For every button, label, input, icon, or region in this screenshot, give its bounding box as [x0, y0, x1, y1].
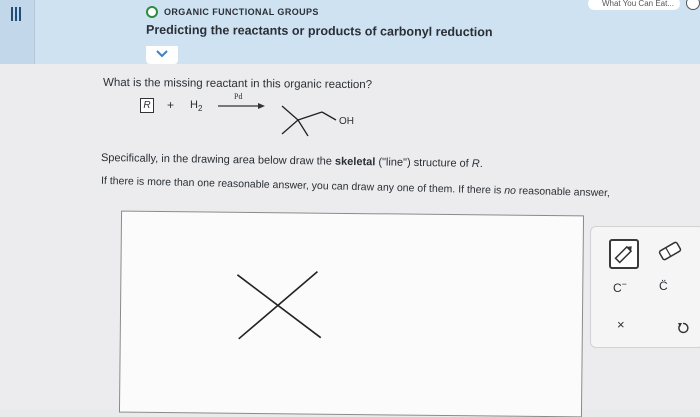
top-right-controls: What You Can Eat... — [587, 0, 700, 10]
clear-button[interactable]: × — [617, 317, 625, 332]
instruction-text: ("line") structure of — [375, 156, 472, 170]
instruction-bold: skeletal — [334, 155, 376, 169]
progress-ring-icon — [146, 6, 158, 18]
pencil-icon — [614, 245, 633, 264]
drawing-toolbar: C− C̈ × — [590, 226, 700, 348]
topic-label: ORGANIC FUNCTIONAL GROUPS — [164, 7, 319, 17]
undo-icon — [678, 322, 689, 334]
chevron-down-icon — [156, 49, 168, 61]
eraser-icon — [658, 241, 682, 261]
instruction-text: . — [479, 157, 483, 170]
reagent-subscript: 2 — [197, 104, 203, 114]
undo-button[interactable] — [677, 321, 689, 339]
instruction-italic: no — [504, 184, 517, 197]
top-right-icon[interactable] — [686, 0, 700, 10]
lone-pair-tool-button[interactable]: C̈ — [659, 279, 668, 293]
plus-sign: + — [167, 98, 175, 112]
product-structure — [281, 105, 337, 137]
reaction-arrow-icon — [218, 103, 265, 109]
menu-icon[interactable] — [0, 0, 35, 64]
instruction-var: R — [471, 157, 480, 170]
topic-row: ORGANIC FUNCTIONAL GROUPS — [146, 6, 319, 18]
carbanion-tool-button[interactable]: C− — [613, 279, 627, 295]
catalyst-label: Pd — [234, 92, 243, 101]
reaction-scheme: R + H2 Pd OH — [140, 92, 380, 142]
hydroxyl-label: OH — [339, 116, 354, 127]
drawing-canvas[interactable] — [118, 210, 585, 417]
reagent-symbol: H — [190, 99, 198, 111]
reagent: H2 — [190, 99, 202, 113]
eraser-tool-button[interactable] — [657, 239, 683, 263]
carbanion-charge: − — [621, 279, 627, 289]
instruction-text: reasonable answer, — [515, 184, 611, 200]
pencil-tool-button[interactable] — [609, 239, 639, 269]
collapse-button[interactable] — [146, 46, 178, 64]
top-right-pill[interactable]: What You Can Eat... — [587, 0, 680, 10]
carbanion-symbol: C — [613, 281, 622, 295]
header: ORGANIC FUNCTIONAL GROUPS Predicting the… — [0, 0, 700, 64]
reactant-box: R — [140, 98, 154, 113]
question-prompt: What is the missing reactant in this org… — [102, 76, 373, 92]
drawn-structure[interactable] — [233, 267, 326, 344]
page-title: Predicting the reactants or products of … — [145, 22, 493, 40]
